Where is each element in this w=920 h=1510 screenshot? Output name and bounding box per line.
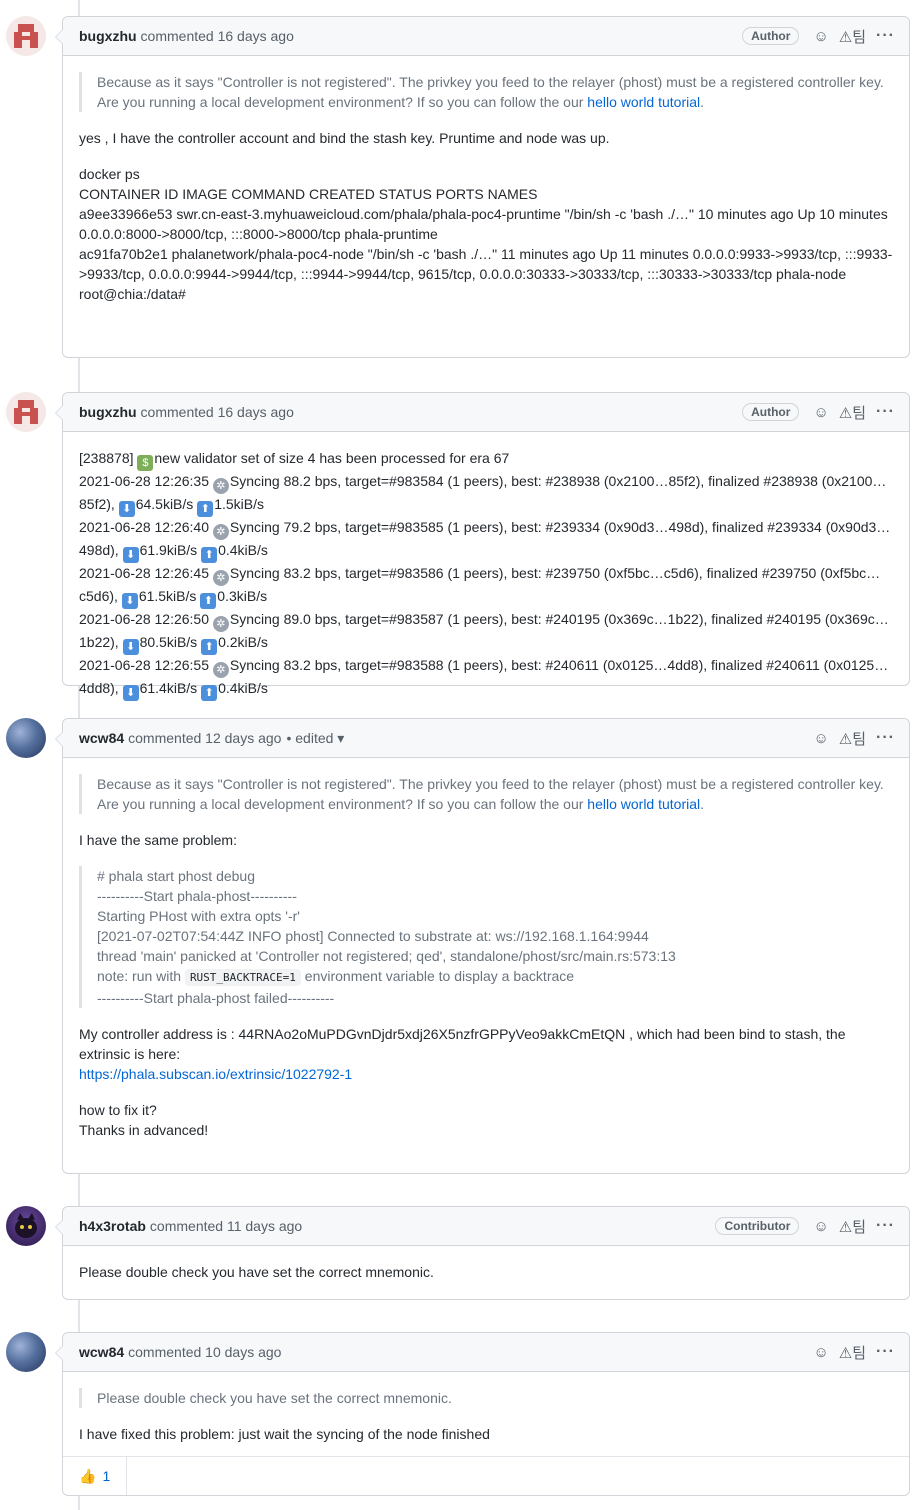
gear-emoji: ✲ (212, 616, 229, 632)
more-options-icon[interactable]: ··· (876, 729, 895, 747)
comment-text: I have the same problem: (79, 832, 237, 848)
debug-blockquote: # phala start phost debug ----------Star… (79, 866, 893, 1008)
comment-header: h4x3rotab commented 11 days ago Contribu… (63, 1207, 909, 1246)
smiley-icon[interactable]: ☺ (813, 404, 828, 421)
author-badge: Author (742, 403, 800, 421)
arrow-up-emoji: ⬆ (201, 547, 218, 563)
smiley-icon[interactable]: ☺ (813, 1218, 828, 1235)
avatar[interactable] (6, 16, 46, 56)
comment-header: wcw84 commented 10 days ago ☺ ⚠︎팀 ··· (63, 1333, 909, 1372)
arrow-up-emoji: ⬆ (201, 685, 218, 701)
thumbs-up-reaction[interactable]: 👍 1 (63, 1457, 128, 1495)
arrow-down-emoji: ⬇ (122, 639, 139, 655)
more-options-icon[interactable]: ··· (876, 1217, 895, 1235)
gear-emoji: ✲ (212, 662, 229, 678)
contributor-badge: Contributor (715, 1217, 800, 1235)
warning-triangle-icon[interactable]: ⚠︎팀 (839, 728, 866, 749)
thumbs-up-icon: 👍 (79, 1467, 97, 1484)
comment-meta[interactable]: commented 11 days ago (150, 1218, 302, 1234)
avatar[interactable] (6, 1206, 46, 1246)
comment-text: My controller address is : 44RNAo2oMuPDG… (79, 1026, 846, 1082)
gear-emoji: ✲ (212, 478, 229, 494)
smiley-icon[interactable]: ☺ (813, 1344, 828, 1361)
arrow-up-emoji: ⬆ (200, 593, 217, 609)
smiley-icon[interactable]: ☺ (813, 28, 828, 45)
comment-box: bugxzhu commented 16 days ago Author ☺ ⚠… (55, 392, 910, 701)
arrow-down-emoji: ⬇ (121, 593, 138, 609)
hello-world-link[interactable]: hello world tutorial (587, 94, 700, 110)
arrow-down-emoji: ⬇ (122, 685, 139, 701)
cat-avatar-icon (15, 1213, 37, 1238)
author-name[interactable]: wcw84 (79, 1344, 124, 1360)
gear-emoji: ✲ (212, 570, 229, 586)
blockquote: Please double check you have set the cor… (79, 1388, 893, 1408)
comment-box: wcw84 commented 12 days ago • edited ▾ ☺… (55, 718, 910, 1174)
docker-output: docker ps CONTAINER ID IMAGE COMMAND CRE… (79, 166, 893, 302)
comment-text: I have fixed this problem: just wait the… (79, 1426, 490, 1442)
comment-header: wcw84 commented 12 days ago • edited ▾ ☺… (63, 719, 909, 758)
arrow-up-emoji: ⬆ (201, 639, 218, 655)
blockquote: Because as it says "Controller is not re… (79, 774, 893, 814)
author-name[interactable]: wcw84 (79, 730, 124, 746)
more-options-icon[interactable]: ··· (876, 1343, 895, 1361)
warning-triangle-icon[interactable]: ⚠︎팀 (839, 26, 866, 47)
avatar[interactable] (6, 718, 46, 758)
triangle-down-icon: ▾ (337, 729, 345, 746)
arrow-down-emoji: ⬇ (118, 501, 135, 517)
comment-meta[interactable]: commented 16 days ago (141, 28, 294, 44)
reaction-count: 1 (102, 1468, 111, 1484)
avatar[interactable] (6, 1332, 46, 1372)
reactions-bar: 👍 1 (63, 1456, 909, 1495)
arrow-up-emoji: ⬆ (197, 501, 214, 517)
comment-box: bugxzhu commented 16 days ago Author ☺ ⚠… (55, 16, 910, 358)
author-name[interactable]: h4x3rotab (79, 1218, 146, 1234)
money-with-wings-emoji: $ (137, 455, 154, 471)
comment-text: yes , I have the controller account and … (79, 130, 610, 146)
comment-box: h4x3rotab commented 11 days ago Contribu… (55, 1206, 910, 1300)
warning-triangle-icon[interactable]: ⚠︎팀 (839, 1342, 866, 1363)
identicon (14, 400, 38, 424)
author-name[interactable]: bugxzhu (79, 404, 137, 420)
comment-meta[interactable]: commented 16 days ago (141, 404, 294, 420)
author-name[interactable]: bugxzhu (79, 28, 137, 44)
author-badge: Author (742, 27, 800, 45)
comment-meta[interactable]: commented 12 days ago (128, 730, 281, 746)
warning-triangle-icon[interactable]: ⚠︎팀 (839, 1216, 866, 1237)
hello-world-link[interactable]: hello world tutorial (587, 796, 700, 812)
edited-dropdown[interactable]: • edited ▾ (286, 730, 344, 747)
smiley-icon[interactable]: ☺ (813, 730, 828, 747)
warning-triangle-icon[interactable]: ⚠︎팀 (839, 402, 866, 423)
more-options-icon[interactable]: ··· (876, 403, 895, 421)
comment-text: how to fix it? Thanks in advanced! (79, 1102, 209, 1138)
inline-code: RUST_BACKTRACE=1 (184, 969, 301, 986)
arrow-down-emoji: ⬇ (122, 547, 139, 563)
more-options-icon[interactable]: ··· (876, 27, 895, 45)
gear-emoji: ✲ (212, 524, 229, 540)
comment-header: bugxzhu commented 16 days ago Author ☺ ⚠… (63, 17, 909, 56)
blockquote: Because as it says "Controller is not re… (79, 72, 893, 112)
log-output: [238878] $ new validator set of size 4 ha… (79, 450, 891, 701)
comment-header: bugxzhu commented 16 days ago Author ☺ ⚠… (63, 393, 909, 432)
comment-box: wcw84 commented 10 days ago ☺ ⚠︎팀 ··· Pl… (55, 1332, 910, 1496)
extrinsic-link[interactable]: https://phala.subscan.io/extrinsic/10227… (79, 1066, 352, 1082)
comment-text: Please double check you have set the cor… (79, 1264, 434, 1280)
comment-meta[interactable]: commented 10 days ago (128, 1344, 281, 1360)
identicon (14, 24, 38, 48)
avatar[interactable] (6, 392, 46, 432)
